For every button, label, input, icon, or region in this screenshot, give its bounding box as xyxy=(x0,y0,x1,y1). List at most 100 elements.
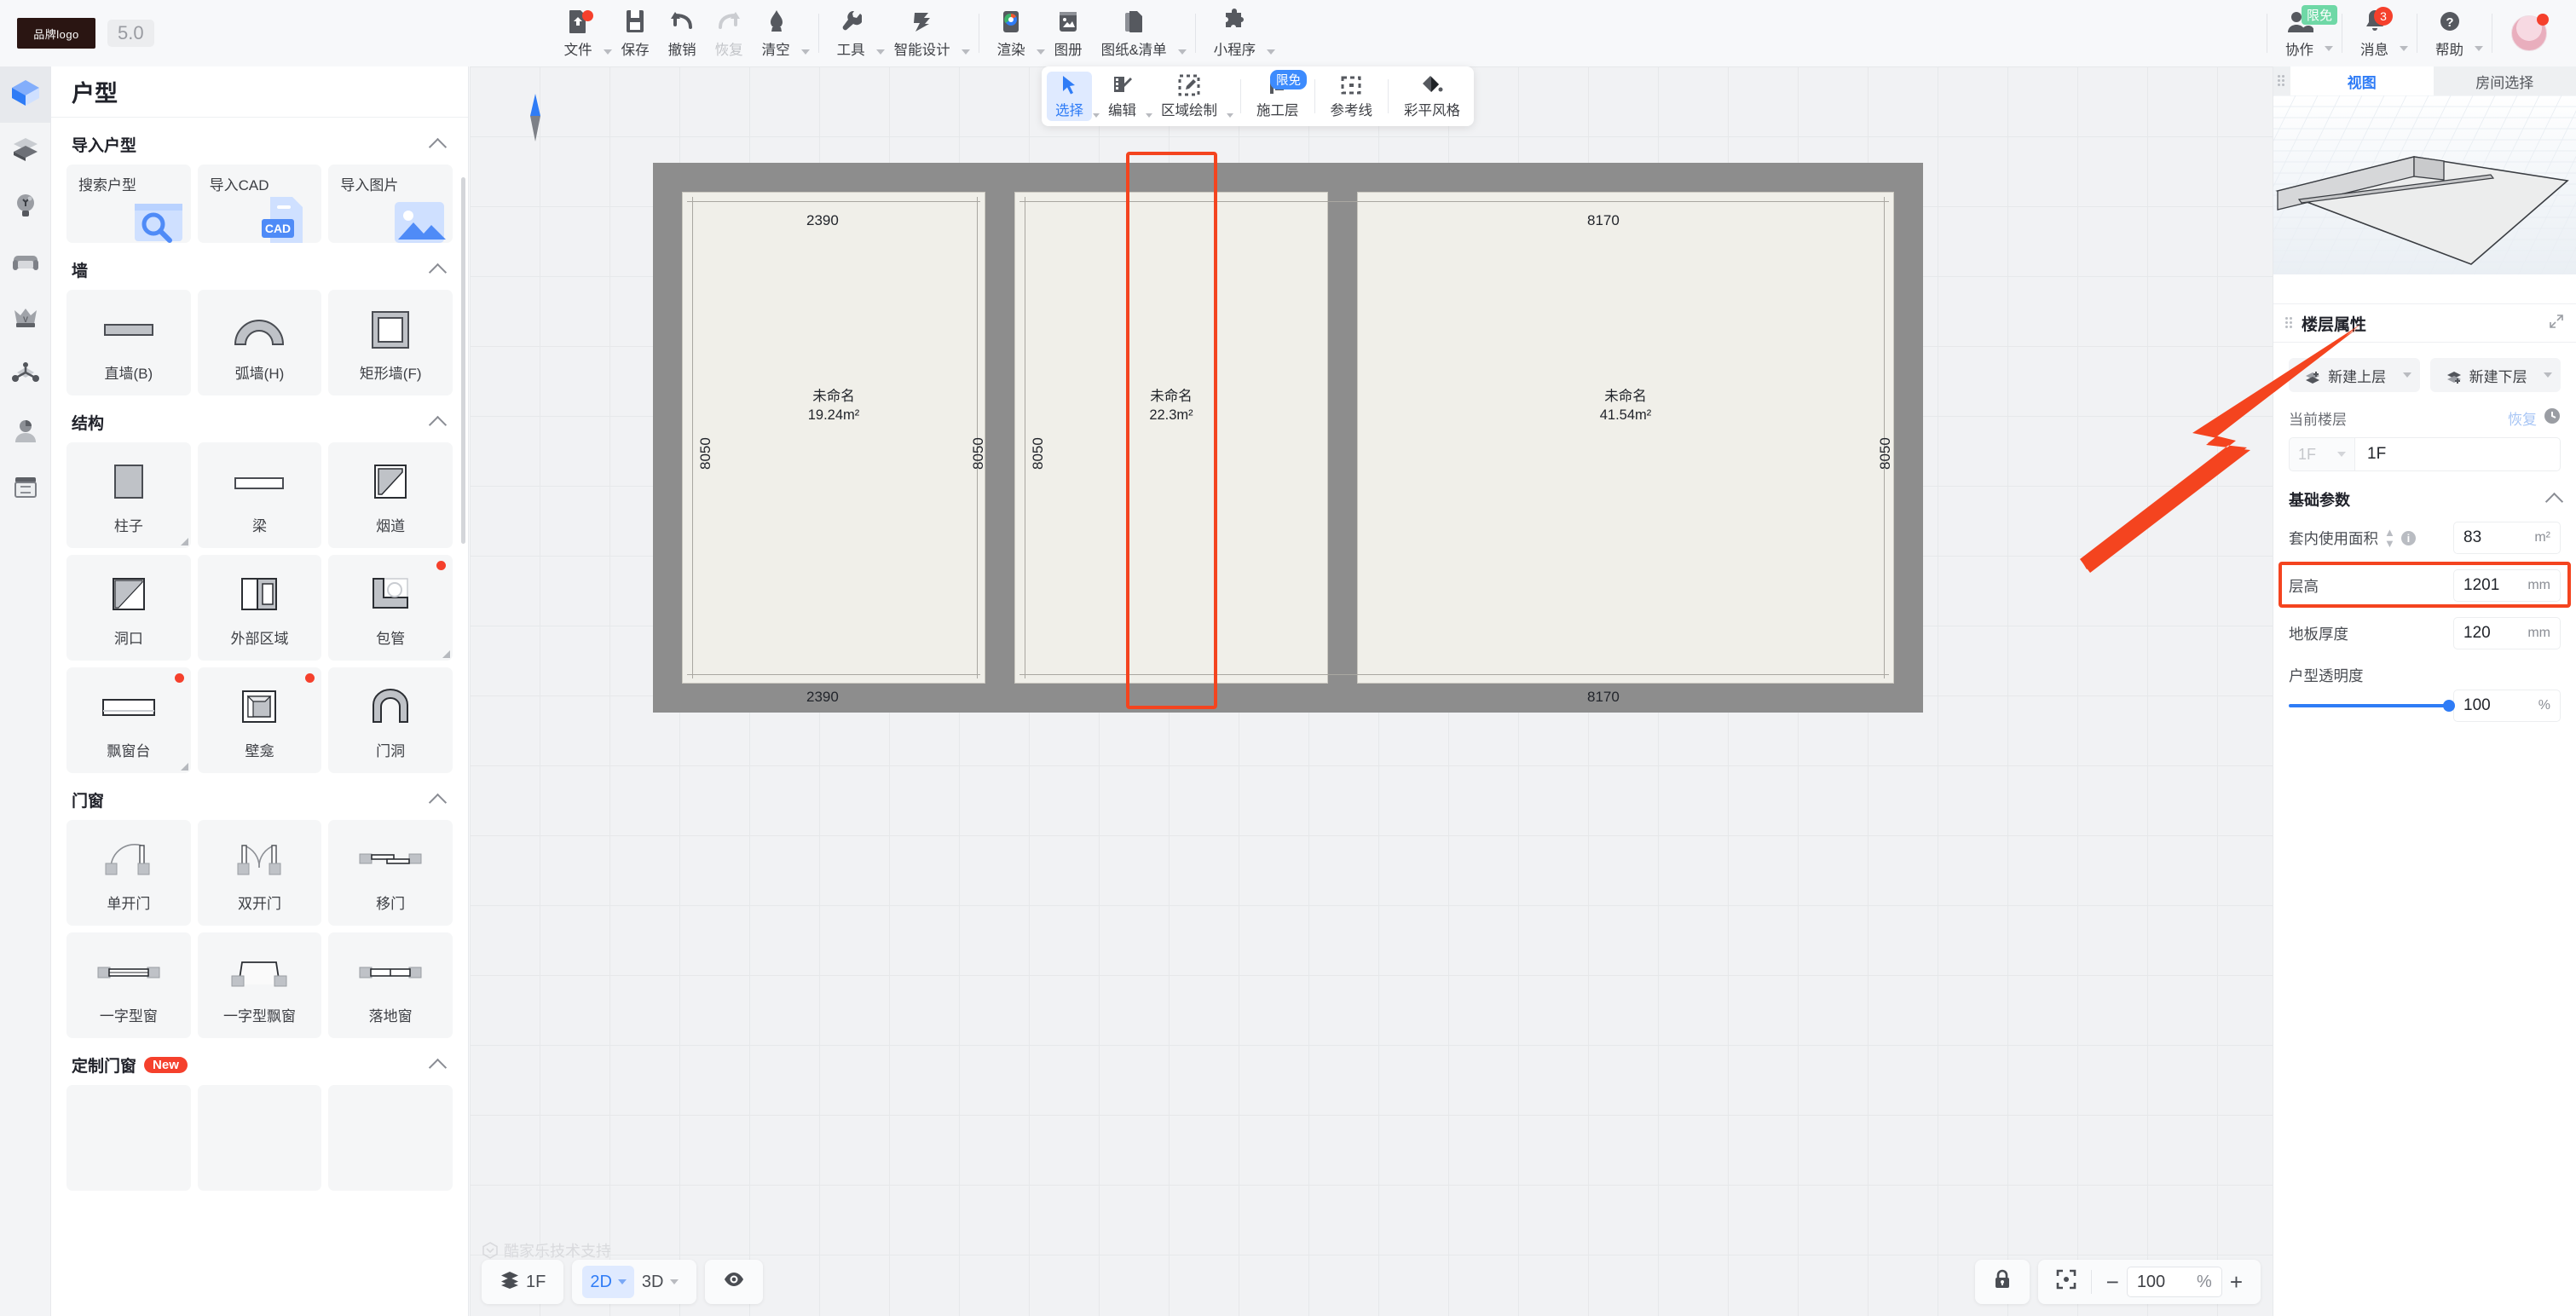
cell-custom-2[interactable] xyxy=(197,1085,322,1191)
cell-flat-bay-window[interactable]: 一字型飘窗 xyxy=(197,932,322,1038)
collaborate-caret-icon[interactable] xyxy=(2325,46,2333,51)
cell-pipe-wrap[interactable]: 包管 xyxy=(328,555,453,661)
history-icon[interactable] xyxy=(2544,407,2561,429)
toolbar-file[interactable]: 文件 xyxy=(555,3,602,63)
cell-double-door[interactable]: 双开门 xyxy=(197,820,322,926)
cell-flat-window[interactable]: 一字型窗 xyxy=(66,932,191,1038)
cell-flue[interactable]: 烟道 xyxy=(328,442,453,548)
rail-item-premium[interactable]: V xyxy=(0,291,51,348)
visibility-pill[interactable] xyxy=(704,1260,763,1304)
cell-import-image[interactable]: 导入图片 xyxy=(328,164,453,243)
cell-custom-1[interactable] xyxy=(66,1085,191,1191)
cell-search-floorplan[interactable]: 搜索户型 xyxy=(66,164,191,243)
cell-custom-3[interactable] xyxy=(328,1085,453,1191)
tool-color-plan-style[interactable]: 彩平风格 xyxy=(1395,72,1469,121)
cell-rect-wall[interactable]: 矩形墙(F) xyxy=(328,290,453,395)
basic-params-header[interactable]: 基础参数 xyxy=(2273,471,2576,514)
wall-left[interactable] xyxy=(653,163,682,713)
lock-pill[interactable] xyxy=(1974,1260,2030,1304)
chevron-up-icon[interactable] xyxy=(428,793,448,811)
cell-column[interactable]: 柱子 xyxy=(66,442,191,548)
room-3[interactable]: 未命名 41.54m² xyxy=(1357,192,1894,684)
selected-wall-highlight[interactable] xyxy=(1126,152,1217,709)
tab-view[interactable]: 视图 xyxy=(2290,66,2434,95)
cell-import-cad[interactable]: 导入CAD CAD xyxy=(197,164,322,243)
transparency-slider-knob[interactable] xyxy=(2443,700,2455,712)
restore-link[interactable]: 恢复 xyxy=(2508,407,2537,429)
toolbar-redo[interactable]: 恢复 xyxy=(706,3,753,63)
messages-caret-icon[interactable] xyxy=(2400,46,2408,51)
tool-select[interactable]: 选择 xyxy=(1047,72,1092,121)
chevron-up-icon[interactable] xyxy=(2544,492,2564,511)
tools-caret-icon[interactable] xyxy=(875,49,885,55)
view-3d-caret-icon[interactable] xyxy=(669,1279,679,1284)
clear-caret-icon[interactable] xyxy=(800,49,810,55)
rail-item-cabinet[interactable] xyxy=(0,460,51,517)
chevron-up-icon[interactable] xyxy=(428,263,448,281)
cell-french-window[interactable]: 落地窗 xyxy=(328,932,453,1038)
inner-usable-area-field[interactable]: 83 m² xyxy=(2453,522,2561,554)
3d-preview[interactable] xyxy=(2273,95,2576,274)
cell-opening[interactable]: 洞口 xyxy=(66,555,191,661)
toolbar-miniprogram[interactable]: 小程序 xyxy=(1204,3,1266,63)
tab-room-select[interactable]: 房间选择 xyxy=(2434,66,2576,95)
section-header-doors-windows[interactable]: 门窗 xyxy=(51,773,468,820)
lock-button[interactable] xyxy=(1985,1266,2019,1298)
toolbar-tools[interactable]: 工具 xyxy=(828,3,875,63)
panel-drag-grip-icon[interactable] xyxy=(2273,66,2290,95)
wall-top[interactable] xyxy=(653,163,1923,192)
toolbar-messages[interactable]: 3 消息 xyxy=(2351,3,2398,63)
toolbar-smart-design[interactable]: 智能设计 xyxy=(885,3,960,63)
view-2d-button[interactable]: 2D xyxy=(582,1266,634,1298)
area-draw-caret-icon[interactable] xyxy=(1227,113,1233,118)
cell-niche[interactable]: 壁龛 xyxy=(197,667,322,773)
cell-bay-window-sill[interactable]: 飘窗台 xyxy=(66,667,191,773)
cell-arc-wall[interactable]: 弧墙(H) xyxy=(197,290,322,395)
floor-thickness-field[interactable]: 120 mm xyxy=(2453,617,2561,649)
brand-logo[interactable]: 品牌logo xyxy=(17,18,95,49)
wall-interior-1[interactable] xyxy=(985,163,1014,713)
render-caret-icon[interactable] xyxy=(1036,49,1045,55)
room-1[interactable]: 未命名 19.24m² xyxy=(682,192,985,684)
chevron-up-icon[interactable] xyxy=(428,1058,448,1076)
rail-item-floorplan[interactable] xyxy=(0,66,51,123)
floor-name-input[interactable]: 1F xyxy=(2355,437,2561,471)
rail-item-lighting[interactable] xyxy=(0,179,51,235)
rail-item-model[interactable] xyxy=(0,348,51,404)
wall-right[interactable] xyxy=(1894,163,1923,713)
new-upper-floor-button[interactable]: 新建上层 xyxy=(2289,358,2420,392)
view-2d-caret-icon[interactable] xyxy=(617,1279,627,1284)
smart-design-caret-icon[interactable] xyxy=(961,49,970,55)
floor-selector-pill[interactable]: 1F xyxy=(482,1260,564,1304)
floorplan-drawing[interactable]: 未命名 19.24m² 未命名 22.3m² 未命名 41.54m² 2390 xyxy=(653,163,1923,713)
zoom-out-button[interactable]: − xyxy=(2099,1266,2127,1298)
tool-reference-line[interactable]: 参考线 xyxy=(1322,72,1382,121)
toolbar-collaborate[interactable]: 限免 协作 xyxy=(2276,3,2338,63)
left-panel-scrollbar[interactable] xyxy=(461,177,465,544)
resize-handle-icon[interactable] xyxy=(442,650,450,658)
cell-straight-wall[interactable]: 直墙(B) xyxy=(66,290,191,395)
wall-interior-2[interactable] xyxy=(1328,163,1357,713)
rail-item-furniture[interactable] xyxy=(0,235,51,291)
grip-dots-icon[interactable] xyxy=(2285,317,2294,329)
toolbar-drawings-list[interactable]: 图纸&清单 xyxy=(1092,3,1176,63)
toolbar-album[interactable]: 图册 xyxy=(1045,3,1092,63)
toolbar-help[interactable]: ? 帮助 xyxy=(2426,3,2473,63)
view-3d-button[interactable]: 3D xyxy=(634,1266,686,1298)
new-lower-floor-button[interactable]: 新建下层 xyxy=(2429,358,2561,392)
resize-handle-icon[interactable] xyxy=(180,763,188,771)
drawings-caret-icon[interactable] xyxy=(1177,49,1187,55)
zoom-value-field[interactable]: 100 % xyxy=(2126,1267,2222,1297)
floor-height-field[interactable]: 1201 mm xyxy=(2453,569,2561,602)
resize-handle-icon[interactable] xyxy=(180,538,188,545)
cell-external-area[interactable]: 外部区域 xyxy=(197,555,322,661)
miniprogram-caret-icon[interactable] xyxy=(1267,49,1276,55)
chevron-up-icon[interactable] xyxy=(428,415,448,434)
rail-item-account[interactable] xyxy=(0,404,51,460)
tool-area-draw[interactable]: 区域绘制 xyxy=(1152,72,1226,121)
help-caret-icon[interactable] xyxy=(2475,46,2483,51)
floor-select-dropdown[interactable]: 1F xyxy=(2289,437,2355,471)
wall-bottom[interactable] xyxy=(653,684,1923,713)
edit-caret-icon[interactable] xyxy=(1146,113,1152,118)
file-caret-icon[interactable] xyxy=(603,49,612,55)
